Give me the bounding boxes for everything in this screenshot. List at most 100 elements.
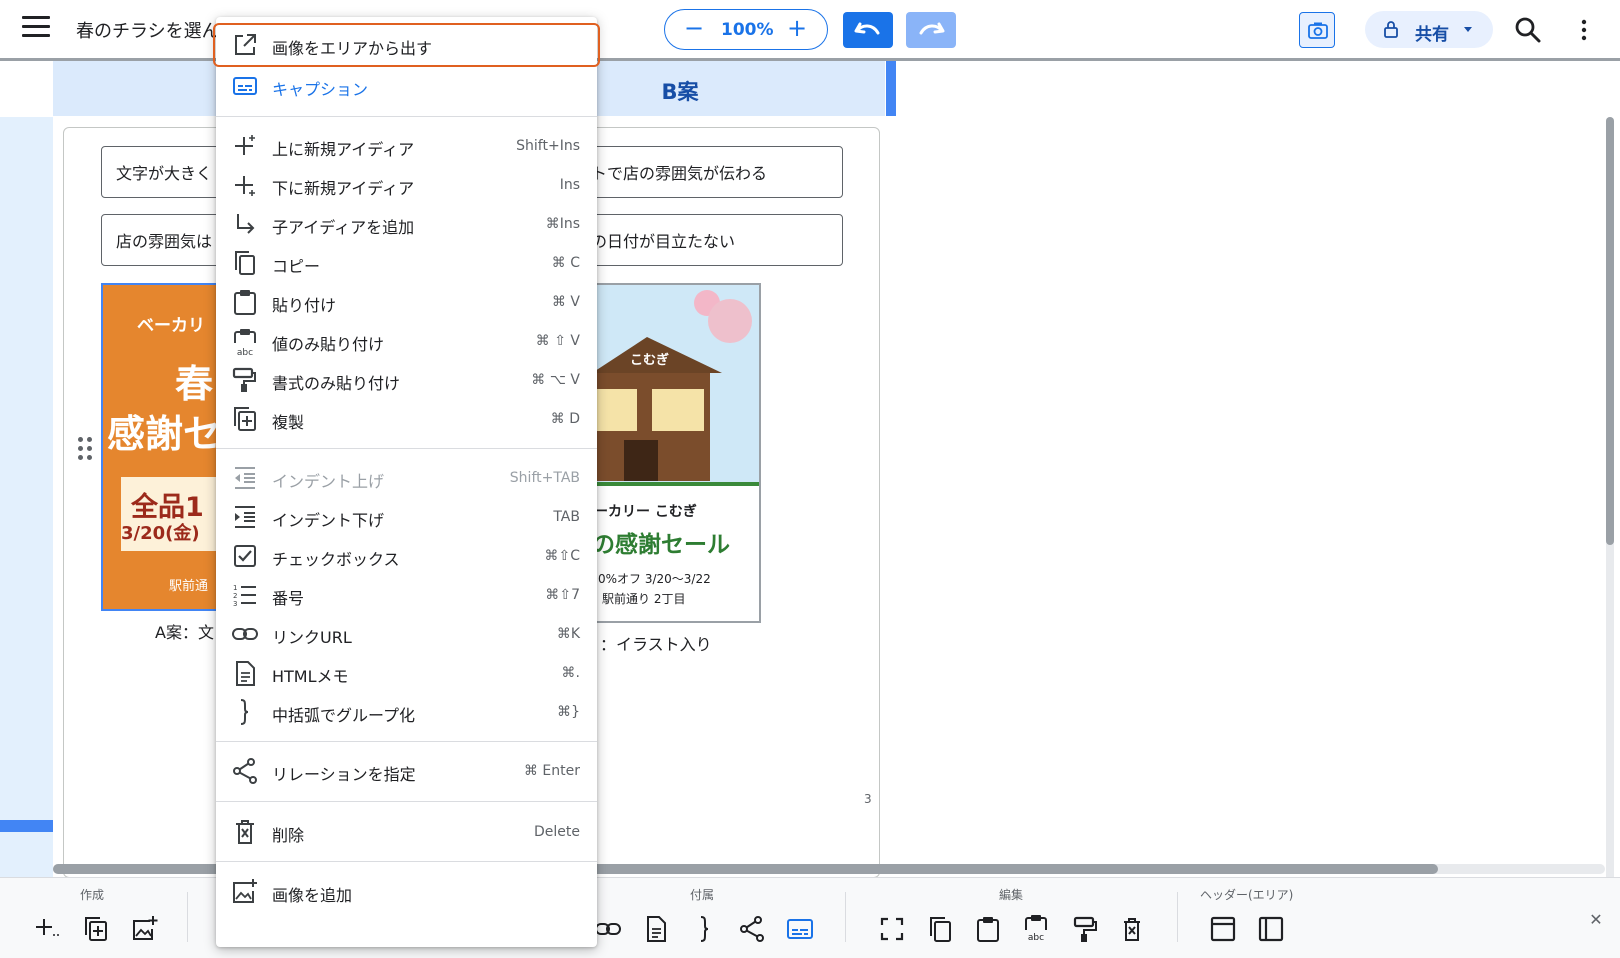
paste-format-icon bbox=[232, 367, 256, 392]
menu-divider bbox=[216, 861, 597, 862]
drag-handle-icon[interactable] bbox=[78, 437, 94, 461]
menu-item-paste-value[interactable]: abc 値のみ貼り付け ⌘ ⇧ V bbox=[216, 322, 597, 360]
menu-item-detach-image[interactable]: 画像をエリアから出す bbox=[213, 23, 600, 67]
paste-value-icon[interactable]: abc bbox=[1020, 913, 1052, 945]
flyer-a-sale: 感謝セ bbox=[107, 412, 222, 456]
menu-item-shortcut: Shift+TAB bbox=[509, 470, 580, 486]
menu-item-duplicate[interactable]: 複製 ⌘ D bbox=[216, 400, 597, 438]
menu-item-outdent[interactable]: インデント上げ Shift+TAB bbox=[216, 459, 597, 497]
relation-icon[interactable] bbox=[736, 913, 768, 945]
vertical-scrollbar-thumb[interactable] bbox=[1606, 117, 1614, 545]
zoom-in-button[interactable]: + bbox=[782, 14, 812, 42]
menu-item-label: 貼り付け bbox=[272, 296, 337, 315]
menu-item-checkbox[interactable]: チェックボックス ⌘⇧C bbox=[216, 537, 597, 575]
svg-text:3: 3 bbox=[233, 600, 237, 608]
flyer-a-shop: ベーカリ bbox=[137, 316, 205, 336]
menu-item-label: 子アイディアを追加 bbox=[272, 218, 415, 237]
card-number: 3 bbox=[864, 792, 872, 806]
redo-button[interactable] bbox=[906, 12, 956, 48]
toolbar-close-button[interactable]: ✕ bbox=[1586, 910, 1606, 930]
menu-item-caption[interactable]: キャプション bbox=[216, 67, 597, 105]
screenshot-button[interactable] bbox=[1299, 12, 1335, 48]
menu-item-copy[interactable]: コピー ⌘ C bbox=[216, 244, 597, 282]
menu-item-shortcut: ⌘ ⌥ V bbox=[531, 372, 580, 388]
menu-item-shortcut: Shift+Ins bbox=[516, 138, 580, 154]
open-external-icon bbox=[235, 34, 256, 55]
numbered-list-icon: 123 bbox=[233, 584, 256, 608]
flyer-image-b[interactable]: こむぎ ーカリー こむぎ の感謝セール 0%オフ 3/20〜3/22 駅前通り … bbox=[590, 283, 761, 623]
html-memo-icon[interactable] bbox=[640, 913, 672, 945]
child-arrow-icon bbox=[237, 214, 255, 234]
image-caption-b[interactable]: ：イラスト入り bbox=[600, 631, 712, 655]
menu-item-label: チェックボックス bbox=[272, 550, 400, 569]
note-con-1[interactable]: 店の雰囲気は bbox=[101, 214, 228, 266]
menu-item-html-memo[interactable]: HTMLメモ ⌘. bbox=[216, 654, 597, 692]
menu-item-numbering[interactable]: 123 番号 ⌘⇧7 bbox=[216, 576, 597, 614]
toolbar-group-edit: 編集 bbox=[999, 888, 1024, 902]
brace-group-icon bbox=[240, 699, 249, 725]
add-idea-icon[interactable] bbox=[32, 913, 64, 945]
menu-item-label: 下に新規アイディア bbox=[272, 179, 415, 198]
caption-icon[interactable] bbox=[784, 913, 816, 945]
menu-item-brace-group[interactable]: 中括弧でグループ化 ⌘} bbox=[216, 693, 597, 731]
header-side-icon[interactable] bbox=[1255, 913, 1287, 945]
flyer-b-shop: ーカリー こむぎ bbox=[594, 504, 697, 520]
copy-icon[interactable] bbox=[924, 913, 956, 945]
context-menu: 画像をエリアから出す キャプション 上に新規アイディア Shift+Ins 下に… bbox=[213, 17, 600, 947]
menu-item-delete[interactable]: 削除 Delete bbox=[216, 813, 597, 851]
menu-item-indent[interactable]: インデント下げ TAB bbox=[216, 498, 597, 536]
flyer-b-discount: 0%オフ 3/20〜3/22 bbox=[598, 572, 711, 586]
paste-format-icon[interactable] bbox=[1068, 913, 1100, 945]
duplicate-icon[interactable] bbox=[80, 913, 112, 945]
add-image-icon[interactable] bbox=[128, 913, 160, 945]
menu-item-label: 画像を追加 bbox=[272, 886, 353, 905]
menu-item-add-child[interactable]: 子アイディアを追加 ⌘Ins bbox=[216, 205, 597, 243]
menu-item-paste-format[interactable]: 書式のみ貼り付け ⌘ ⌥ V bbox=[216, 361, 597, 399]
bakery-illustration bbox=[592, 290, 752, 481]
paste-icon[interactable] bbox=[972, 913, 1004, 945]
redo-icon bbox=[919, 22, 945, 35]
flyer-image-a[interactable]: ベーカリ 春 感謝セ 全品1 3/20(金) 駅前通 bbox=[101, 283, 228, 611]
camera-icon bbox=[1308, 22, 1328, 39]
delete-icon[interactable] bbox=[1116, 913, 1148, 945]
flyer-a-spring: 春 bbox=[175, 362, 214, 406]
note-pro-1[interactable]: 文字が大きく bbox=[101, 146, 228, 198]
search-icon[interactable] bbox=[1513, 15, 1543, 45]
menu-item-label: 書式のみ貼り付け bbox=[272, 374, 401, 393]
link-icon bbox=[232, 628, 258, 640]
menu-item-shortcut: ⌘Ins bbox=[545, 216, 580, 232]
menu-item-new-idea-above[interactable]: 上に新規アイディア Shift+Ins bbox=[216, 127, 597, 165]
undo-button[interactable] bbox=[843, 12, 893, 48]
toolbar-divider bbox=[187, 892, 188, 942]
share-button[interactable]: 共有 bbox=[1365, 11, 1493, 48]
header-top-icon[interactable] bbox=[1207, 913, 1239, 945]
menu-item-shortcut: ⌘ C bbox=[551, 255, 580, 271]
share-label: 共有 bbox=[1415, 25, 1449, 45]
more-vert-icon[interactable] bbox=[1572, 18, 1596, 42]
document-title[interactable]: 春のチラシを選ん bbox=[76, 17, 220, 43]
column-header-marker bbox=[886, 61, 896, 116]
note-con-2[interactable]: の日付が目立たない bbox=[590, 214, 843, 266]
menu-item-add-image[interactable]: 画像を追加 bbox=[216, 873, 597, 911]
menu-item-paste[interactable]: 貼り付け ⌘ V bbox=[216, 283, 597, 321]
hamburger-menu-icon[interactable] bbox=[22, 16, 50, 42]
left-column-strip bbox=[0, 117, 53, 877]
image-caption-a[interactable]: A案：文 bbox=[155, 619, 214, 643]
fullscreen-icon[interactable] bbox=[876, 913, 908, 945]
menu-item-label: 値のみ貼り付け bbox=[272, 335, 385, 354]
zoom-level[interactable]: 100% bbox=[721, 20, 774, 40]
flyer-b-ground bbox=[592, 482, 759, 486]
toolbar-divider bbox=[1177, 892, 1178, 942]
zoom-out-button[interactable]: − bbox=[679, 14, 709, 42]
column-title[interactable]: B案 bbox=[640, 76, 720, 106]
note-pro-2[interactable]: トで店の雰囲気が伝わる bbox=[590, 146, 843, 198]
menu-item-link[interactable]: リンクURL ⌘K bbox=[216, 615, 597, 653]
menu-divider bbox=[216, 801, 597, 802]
flyer-a-date: 3/20(金) bbox=[121, 523, 200, 544]
menu-item-new-idea-below[interactable]: 下に新規アイディア Ins bbox=[216, 166, 597, 204]
brace-group-icon[interactable] bbox=[688, 913, 720, 945]
menu-item-label: リレーションを指定 bbox=[272, 765, 416, 784]
flyer-a-address: 駅前通 bbox=[169, 579, 209, 594]
menu-item-label: 上に新規アイディア bbox=[272, 140, 415, 159]
menu-item-relation[interactable]: リレーションを指定 ⌘ Enter bbox=[216, 752, 597, 790]
